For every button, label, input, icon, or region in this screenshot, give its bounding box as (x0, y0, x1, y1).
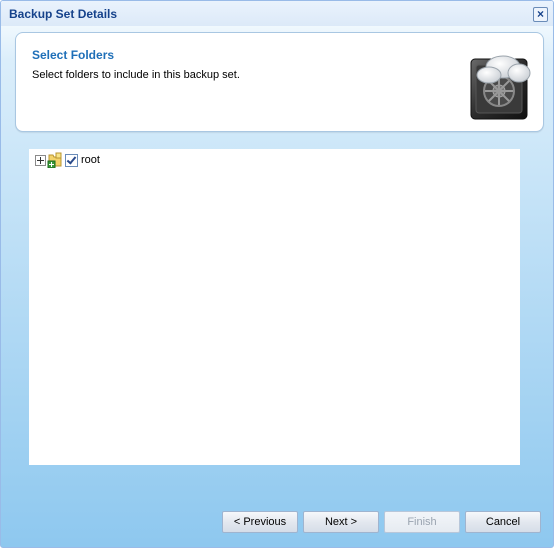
close-button[interactable]: × (533, 7, 548, 22)
backup-set-details-dialog: Backup Set Details × Select Folders Sele… (0, 0, 554, 548)
next-button[interactable]: Next > (303, 511, 379, 533)
previous-button[interactable]: < Previous (222, 511, 298, 533)
header-panel: Select Folders Select folders to include… (15, 32, 544, 132)
page-title: Select Folders (32, 48, 115, 62)
checkmark-icon (66, 153, 77, 165)
finish-button[interactable]: Finish (384, 511, 460, 533)
cloud-safe-icon (470, 55, 531, 120)
close-icon: × (536, 7, 544, 21)
page-subtitle: Select folders to include in this backup… (32, 69, 240, 81)
folder-tree[interactable]: root (29, 149, 520, 465)
dialog-titlebar[interactable]: Backup Set Details × (1, 1, 553, 26)
dialog-title: Backup Set Details (9, 7, 118, 21)
cancel-button[interactable]: Cancel (465, 511, 541, 533)
expand-icon[interactable] (35, 154, 46, 166)
folder-add-icon (47, 152, 62, 168)
tree-node-root[interactable]: root (35, 152, 100, 168)
root-checkbox[interactable] (65, 153, 78, 167)
tree-node-label: root (81, 154, 100, 166)
